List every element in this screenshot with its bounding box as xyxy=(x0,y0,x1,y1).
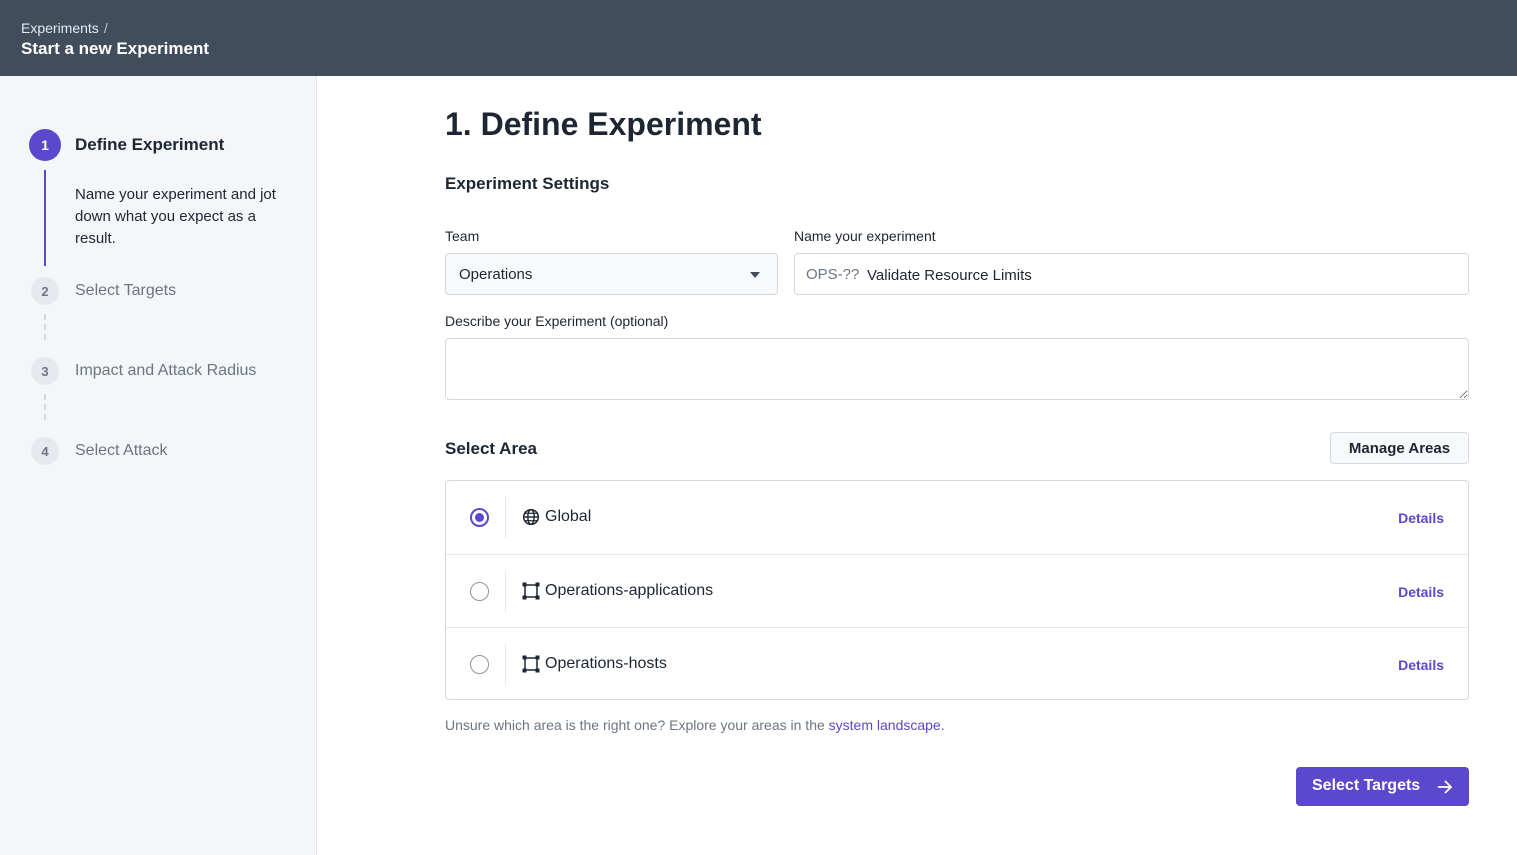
step-1-progress-line xyxy=(44,170,46,266)
area-radio-global[interactable] xyxy=(470,508,489,527)
step-2-number: 2 xyxy=(31,277,59,305)
area-list: Global Details Operations-applications D… xyxy=(445,480,1469,700)
area-row-operations-applications[interactable]: Operations-applications Details xyxy=(446,554,1468,627)
experiment-description-textarea[interactable] xyxy=(445,338,1469,400)
settings-heading: Experiment Settings xyxy=(445,174,610,193)
step-heading: 1. Define Experiment xyxy=(445,106,762,142)
breadcrumb-separator: / xyxy=(103,20,108,36)
area-details-link[interactable]: Details xyxy=(1398,584,1444,600)
area-row-operations-hosts[interactable]: Operations-hosts Details xyxy=(446,627,1468,700)
area-frame-icon xyxy=(522,655,540,673)
step-3-title: Impact and Attack Radius xyxy=(75,362,257,379)
row-divider xyxy=(505,644,506,685)
describe-label: Describe your Experiment (optional) xyxy=(445,313,669,329)
area-name: Global xyxy=(545,508,592,525)
step-1-title: Define Experiment xyxy=(75,135,225,154)
step-connector xyxy=(44,314,46,340)
team-select-value: Operations xyxy=(459,266,533,283)
area-hint: Unsure which area is the right one? Expl… xyxy=(445,717,945,733)
name-label: Name your experiment xyxy=(794,228,936,244)
step-2-title: Select Targets xyxy=(75,282,177,299)
step-1-description: Name your experiment and jot down what y… xyxy=(75,186,276,247)
team-select[interactable]: Operations xyxy=(445,253,778,295)
area-radio-operations-hosts[interactable] xyxy=(470,655,489,674)
manage-areas-button[interactable]: Manage Areas xyxy=(1330,432,1469,464)
area-radio-operations-applications[interactable] xyxy=(470,582,489,601)
step-connector xyxy=(44,394,46,420)
team-label: Team xyxy=(445,228,480,244)
area-details-link[interactable]: Details xyxy=(1398,657,1444,673)
step-3-number: 3 xyxy=(31,357,59,385)
breadcrumb: Experiments / xyxy=(21,20,108,36)
area-details-link[interactable]: Details xyxy=(1398,510,1444,526)
stepper-sidebar: 1 Define Experiment Name your experiment… xyxy=(0,76,317,855)
caret-down-icon xyxy=(750,272,760,278)
globe-icon xyxy=(522,508,540,526)
experiment-name-input[interactable] xyxy=(867,264,1447,286)
breadcrumb-experiments-link[interactable]: Experiments xyxy=(21,20,99,36)
step-1-number: 1 xyxy=(29,129,61,161)
select-targets-button-label: Select Targets xyxy=(1312,777,1421,794)
step-4-number: 4 xyxy=(31,437,59,465)
row-divider xyxy=(505,571,506,612)
arrow-right-icon xyxy=(1437,780,1452,794)
experiment-name-field[interactable]: OPS-?? xyxy=(794,253,1469,295)
area-name: Operations-hosts xyxy=(545,655,667,672)
system-landscape-link[interactable]: system landscape. xyxy=(829,717,945,733)
area-frame-icon xyxy=(522,582,540,600)
main-content: 1. Define Experiment Experiment Settings… xyxy=(318,76,1517,855)
row-divider xyxy=(505,497,506,538)
select-area-heading: Select Area xyxy=(445,439,537,458)
area-name: Operations-applications xyxy=(545,582,714,599)
area-row-global[interactable]: Global Details xyxy=(446,481,1468,554)
page-title: Start a new Experiment xyxy=(21,39,210,58)
select-targets-button[interactable]: Select Targets xyxy=(1296,767,1469,806)
experiment-key-prefix: OPS-?? xyxy=(806,266,860,283)
area-hint-text: Unsure which area is the right one? Expl… xyxy=(445,717,825,733)
step-4-title: Select Attack xyxy=(75,442,168,459)
top-bar: Experiments / Start a new Experiment xyxy=(0,0,1517,76)
